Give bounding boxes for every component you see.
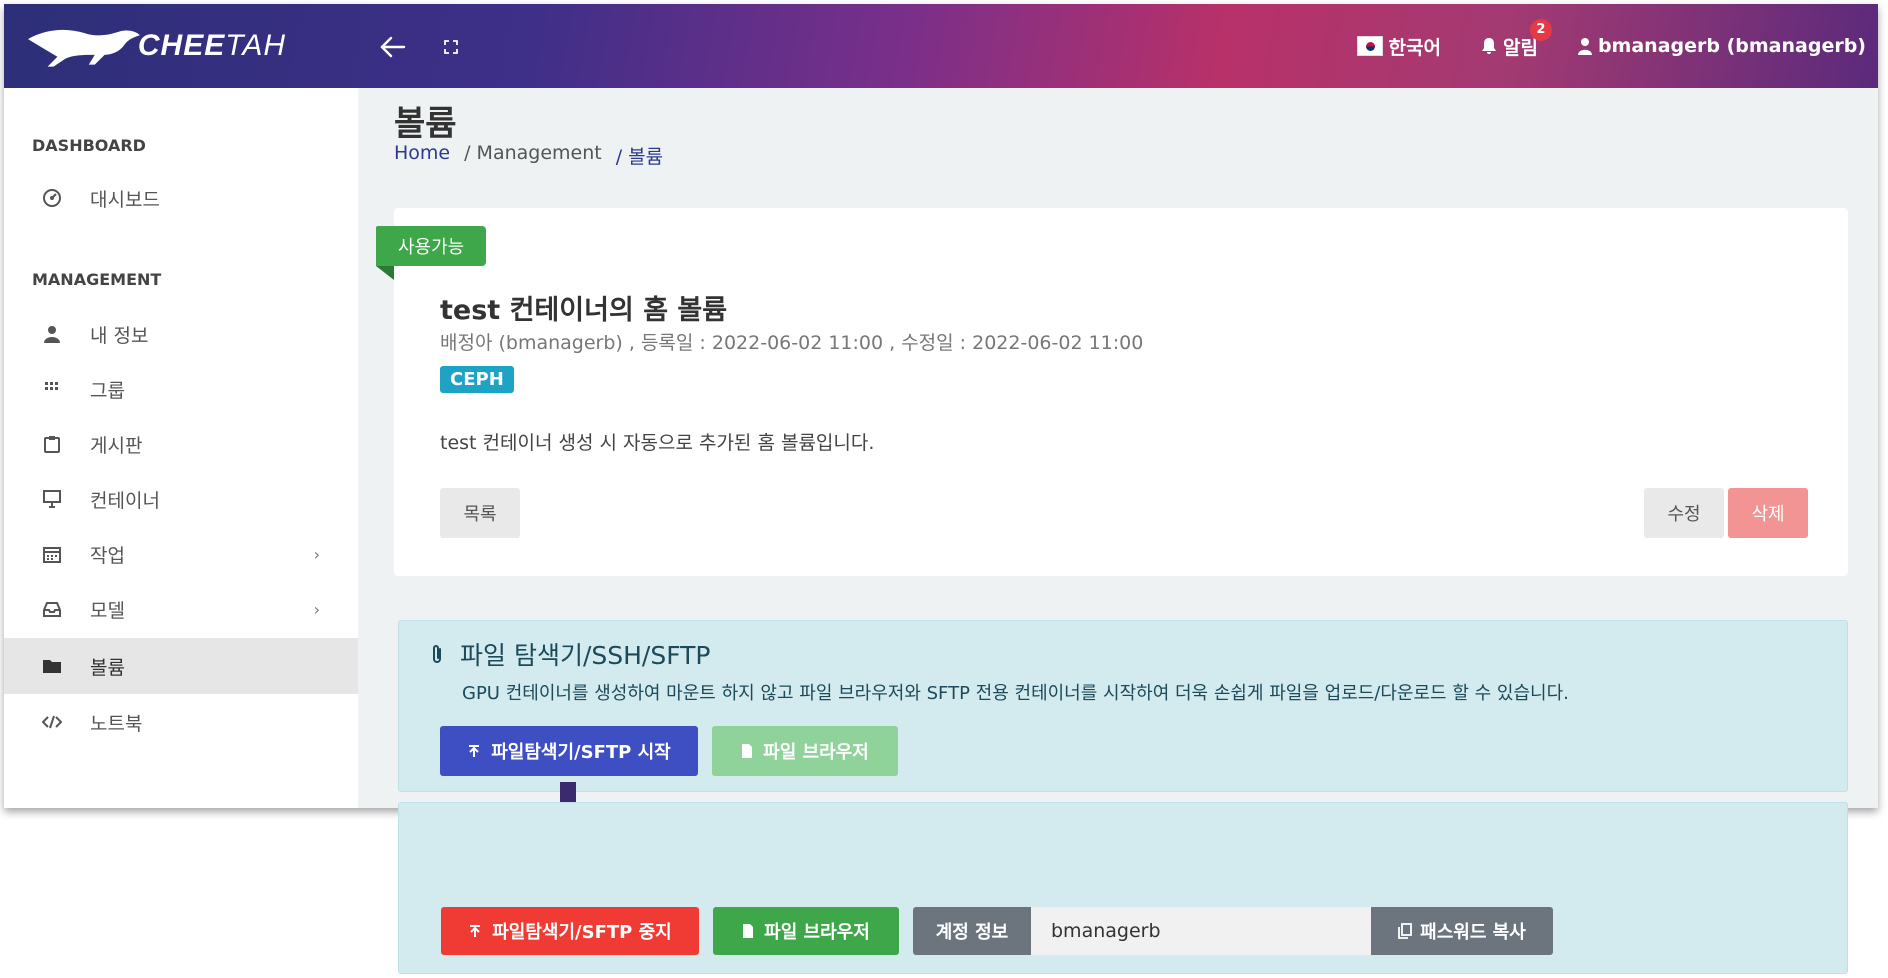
header-right-menu: 한국어 알림 2 bmanagerb (bmanagerb): [1356, 18, 1866, 64]
volume-description: test 컨테이너 생성 시 자동으로 추가된 홈 볼륨입니다.: [440, 432, 875, 454]
breadcrumb-management[interactable]: / Management: [464, 142, 602, 169]
language-selector[interactable]: 한국어: [1356, 33, 1441, 60]
bell-icon: [1481, 38, 1496, 54]
file-explorer-description: GPU 컨테이너를 생성하여 마운트 하지 않고 파일 브라우저와 SFTP 전…: [462, 683, 1569, 704]
calendar-icon: [40, 542, 64, 566]
sidebar-item-notebook[interactable]: 노트북: [4, 694, 358, 750]
account-info-label: 계정 정보: [913, 907, 1031, 955]
alerts-button[interactable]: 알림 2: [1481, 18, 1552, 60]
copy-icon: [1398, 923, 1413, 939]
list-button[interactable]: 목록: [440, 488, 520, 538]
file-browser-label: 파일 브라우저: [764, 922, 870, 943]
sidebar-item-container[interactable]: 컨테이너: [4, 471, 358, 527]
code-icon: [40, 710, 64, 734]
breadcrumb-home[interactable]: Home: [394, 142, 450, 169]
back-arrow-icon[interactable]: [378, 32, 408, 62]
volume-card: [394, 208, 1848, 576]
stop-sftp-label: 파일탐색기/SFTP 중지: [492, 922, 672, 943]
start-sftp-label: 파일탐색기/SFTP 시작: [491, 742, 671, 763]
sidebar-item-model[interactable]: 모델 ›: [4, 581, 358, 637]
inbox-icon: [40, 597, 64, 621]
upload-icon: [470, 925, 481, 937]
breadcrumb-current: / 볼륨: [615, 146, 664, 168]
start-sftp-button[interactable]: 파일탐색기/SFTP 시작: [440, 726, 698, 776]
grid-icon: [40, 377, 64, 401]
account-info-field[interactable]: [1031, 907, 1371, 955]
chevron-right-icon: ›: [313, 544, 320, 564]
copy-password-label: 패스워드 복사: [1420, 922, 1526, 943]
stop-sftp-button[interactable]: 파일탐색기/SFTP 중지: [441, 907, 699, 955]
breadcrumb: Home / Management / 볼륨: [394, 142, 663, 169]
file-browser-label: 파일 브라우저: [763, 742, 869, 763]
file-explorer-title: 파일 탐색기/SSH/SFTP: [430, 636, 711, 672]
user-name: bmanagerb (bmanagerb): [1597, 35, 1866, 57]
sidebar: DASHBOARD 대시보드 MANAGEMENT 내 정보 그룹 게시판 컨테…: [4, 88, 358, 808]
logo[interactable]: CHEETAH: [26, 18, 286, 74]
top-header: CHEETAH 한국어 알림 2 bmanagerb (bmanagerb): [4, 4, 1878, 88]
section-management: MANAGEMENT: [32, 270, 162, 289]
sidebar-item-board[interactable]: 게시판: [4, 416, 358, 472]
upload-icon: [469, 745, 480, 757]
monitor-icon: [40, 487, 64, 511]
sidebar-item-label: 작업: [90, 544, 125, 567]
volume-meta: 배정아 (bmanagerb) , 등록일 : 2022-06-02 11:00…: [440, 332, 1144, 354]
file-browser-button-disabled[interactable]: 파일 브라우저: [712, 726, 898, 776]
dashboard-icon: [40, 186, 64, 210]
chevron-right-icon: ›: [313, 599, 320, 619]
alerts-count-badge: 2: [1529, 18, 1552, 41]
paperclip-icon: [433, 645, 441, 663]
sidebar-item-dashboard[interactable]: 대시보드: [4, 170, 358, 226]
clipboard-icon: [40, 432, 64, 456]
sidebar-item-label: 그룹: [90, 379, 125, 402]
sidebar-item-label: 모델: [90, 599, 125, 622]
sidebar-item-job[interactable]: 작업 ›: [4, 526, 358, 582]
file-icon: [743, 924, 754, 938]
file-icon: [742, 744, 753, 758]
sidebar-item-label: 내 정보: [90, 324, 149, 347]
user-menu[interactable]: bmanagerb (bmanagerb): [1577, 35, 1866, 57]
edit-button[interactable]: 수정: [1644, 488, 1724, 538]
language-label: 한국어: [1388, 36, 1441, 59]
sidebar-item-label: 볼륨: [90, 656, 125, 679]
copy-password-button[interactable]: 패스워드 복사: [1371, 907, 1553, 955]
korea-flag-icon: [1356, 36, 1383, 56]
storage-type-badge: CEPH: [440, 366, 514, 393]
sidebar-item-label: 컨테이너: [90, 489, 160, 512]
sidebar-item-group[interactable]: 그룹: [4, 361, 358, 417]
sidebar-item-label: 게시판: [90, 434, 143, 457]
user-icon: [1577, 38, 1592, 55]
logo-text: CHEETAH: [137, 29, 286, 62]
sidebar-item-label: 노트북: [90, 712, 143, 735]
sidebar-item-volume[interactable]: 볼륨: [4, 638, 358, 694]
fullscreen-icon[interactable]: [436, 32, 466, 62]
file-explorer-title-text: 파일 탐색기/SSH/SFTP: [460, 641, 711, 670]
sidebar-item-label: 대시보드: [90, 188, 160, 211]
folder-icon: [40, 654, 64, 678]
sidebar-item-my-info[interactable]: 내 정보: [4, 306, 358, 362]
section-dashboard: DASHBOARD: [32, 136, 146, 155]
status-ribbon: 사용가능: [376, 226, 487, 266]
page-title: 볼륨: [394, 104, 457, 144]
volume-title: test 컨테이너의 홈 볼륨: [440, 295, 728, 326]
cheetah-icon: [27, 29, 140, 67]
file-browser-button[interactable]: 파일 브라우저: [713, 907, 899, 955]
delete-button[interactable]: 삭제: [1728, 488, 1808, 538]
ribbon-tail: [376, 266, 394, 280]
user-icon: [40, 322, 64, 346]
